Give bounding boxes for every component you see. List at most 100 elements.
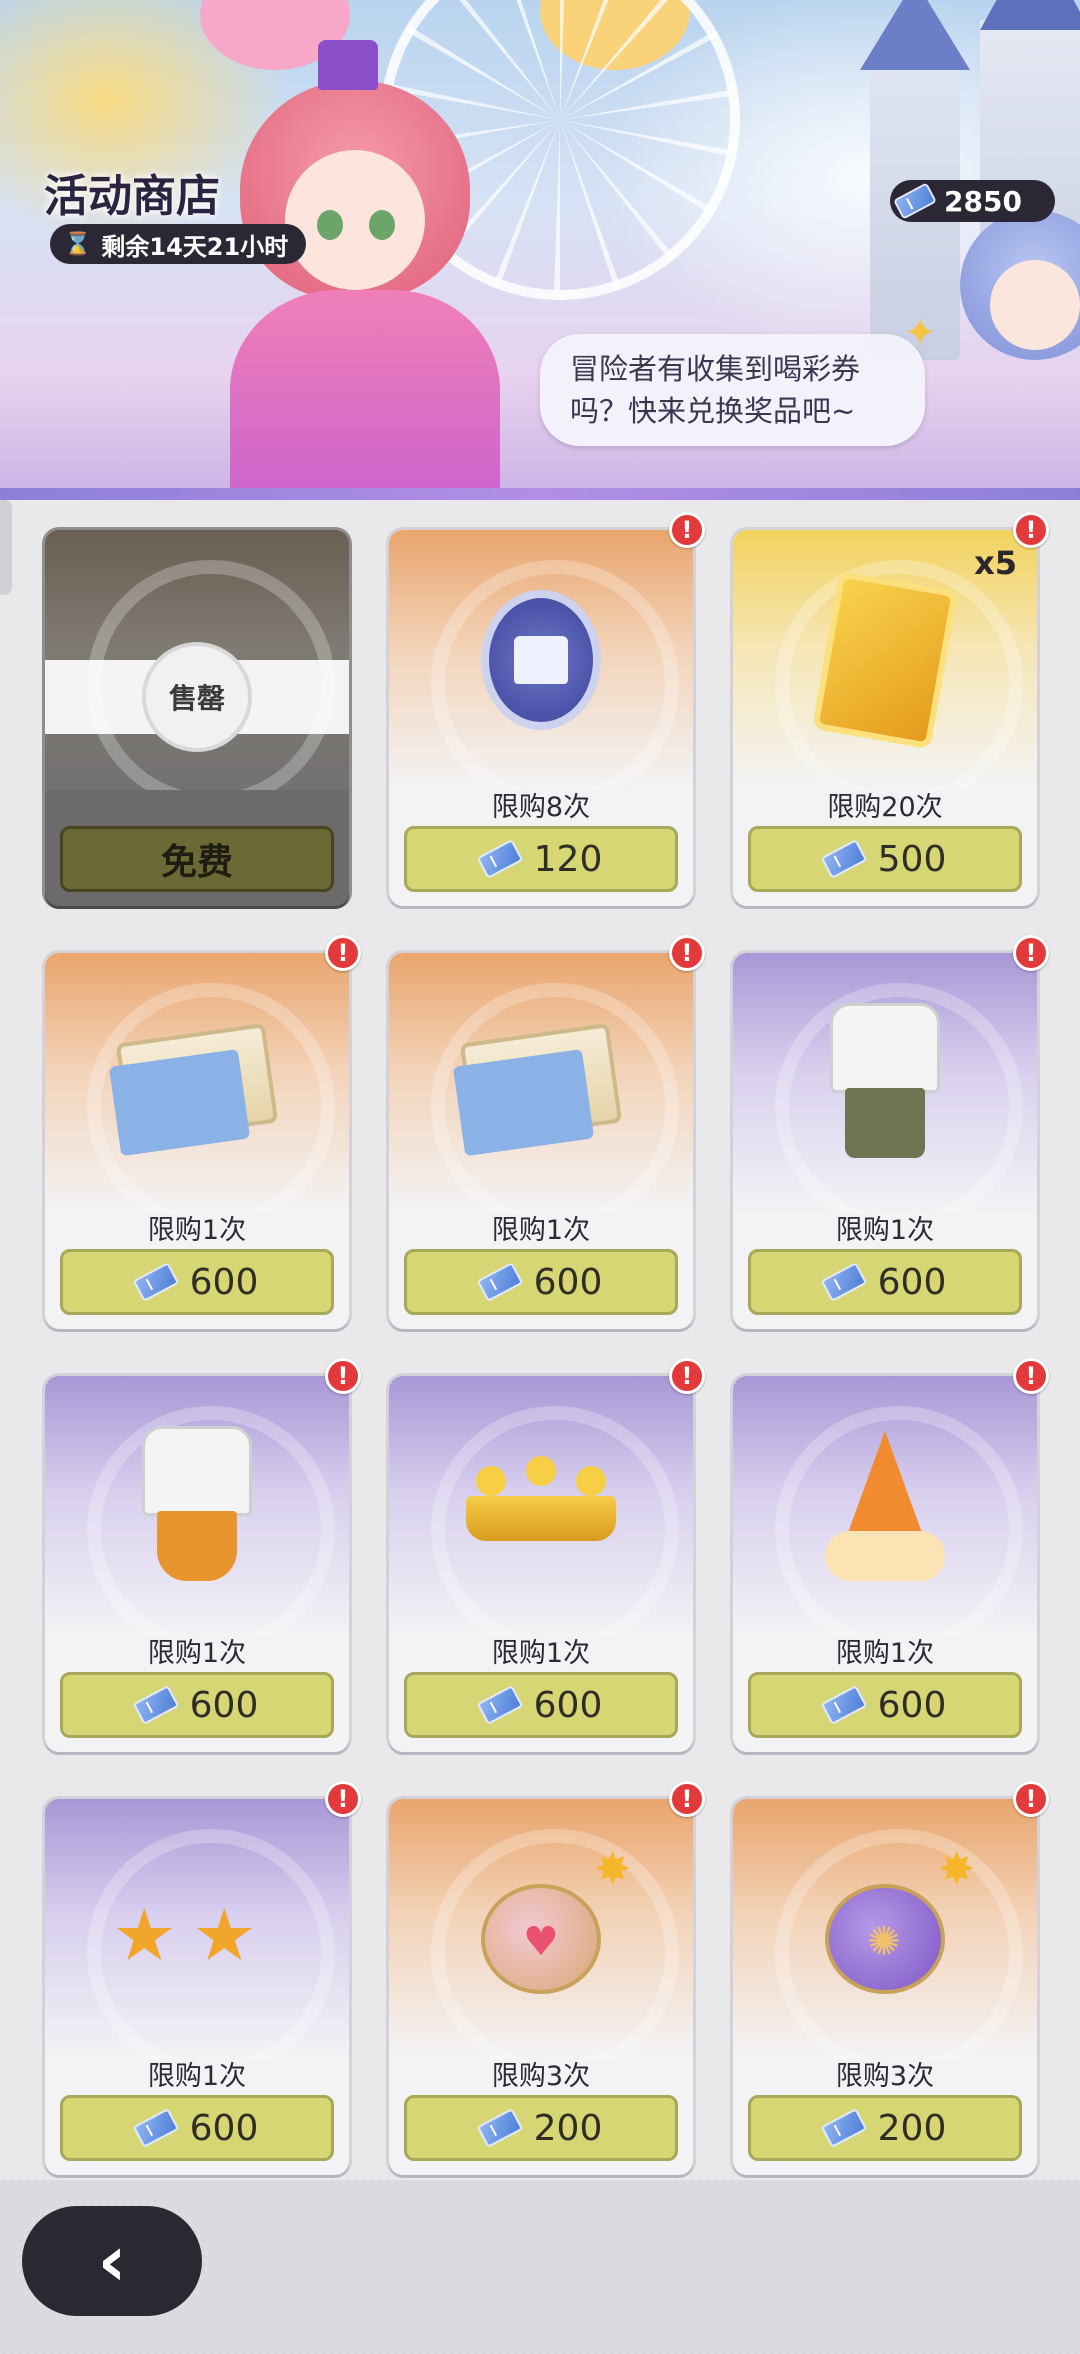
alert-badge: ! xyxy=(1013,935,1049,971)
shop-item-card[interactable]: 限购1次 600 ! xyxy=(45,1358,361,1752)
shop-item-grid: 售罄 免费 限购8次 120 ! x5 限购20次 500 ! 限购1次 600… xyxy=(45,512,1049,2175)
ticket-icon xyxy=(893,182,937,220)
ticket-icon xyxy=(476,2108,523,2148)
shop-item-card[interactable]: ★ ★ 限购1次 600 ! xyxy=(45,1781,361,2175)
speech-line-2: 吗？快来兑换奖品吧~ xyxy=(570,394,856,428)
purchase-limit: 限购1次 xyxy=(835,1215,935,1246)
event-timer: ⌛ 剩余14天21小时 xyxy=(50,224,307,264)
price-value: 600 xyxy=(189,1684,259,1726)
character-illustration xyxy=(200,40,500,500)
purchase-limit: 限购1次 xyxy=(147,2061,247,2092)
ticket-icon xyxy=(820,2108,867,2148)
price-button[interactable]: 600 xyxy=(404,1672,678,1738)
currency-amount: 2850 xyxy=(944,184,1022,218)
price-button[interactable]: 600 xyxy=(60,1249,334,1315)
speech-line-1: 冒险者有收集到喝彩券 xyxy=(570,352,861,386)
alert-badge: ! xyxy=(669,1781,705,1817)
scroll-icon xyxy=(459,1023,623,1143)
purchase-limit: 限购1次 xyxy=(491,1638,591,1669)
price-value: 500 xyxy=(877,838,947,880)
currency-display[interactable]: 2850 xyxy=(890,180,1055,222)
alert-badge: ! xyxy=(1013,1358,1049,1394)
price-button[interactable]: 120 xyxy=(404,826,678,892)
price-label: 免费 xyxy=(160,842,233,883)
alert-badge: ! xyxy=(325,1358,361,1394)
alert-badge: ! xyxy=(669,935,705,971)
speech-bubble: 冒险者有收集到喝彩券 吗？快来兑换奖品吧~ ✦ xyxy=(540,312,937,446)
price-value: 600 xyxy=(533,1684,603,1726)
purchase-limit: 限购1次 xyxy=(835,1638,935,1669)
outfit-icon xyxy=(132,1426,262,1586)
price-value: 600 xyxy=(189,1261,259,1303)
bomb-icon: ✺ ✸ xyxy=(825,1844,975,1994)
star-icon: ✦ xyxy=(903,310,937,356)
price-button[interactable]: 600 xyxy=(60,2095,334,2161)
price-value: 600 xyxy=(877,1261,947,1303)
purchase-limit: 限购8次 xyxy=(491,792,591,823)
shop-item-card[interactable]: 限购1次 600 ! xyxy=(389,935,705,1329)
price-button[interactable]: 600 xyxy=(60,1672,334,1738)
alert-badge: ! xyxy=(669,1358,705,1394)
gold-character-card-icon xyxy=(812,570,958,750)
alert-badge: ! xyxy=(669,512,705,548)
scroll-icon xyxy=(115,1023,279,1143)
party-hat-icon xyxy=(825,1431,945,1581)
price-value: 200 xyxy=(533,2107,603,2149)
star-glasses-icon: ★ ★ xyxy=(112,1893,257,1977)
purchase-limit: 限购3次 xyxy=(835,2061,935,2092)
back-arrow-icon: ‹ xyxy=(97,2220,127,2302)
alert-badge: ! xyxy=(1013,1781,1049,1817)
ticket-icon xyxy=(820,1685,867,1725)
price-value: 600 xyxy=(533,1261,603,1303)
price-button[interactable]: 200 xyxy=(748,2095,1022,2161)
shop-item-card[interactable]: 限购8次 120 ! xyxy=(389,512,705,906)
price-value: 600 xyxy=(877,1684,947,1726)
crown-icon xyxy=(466,1456,616,1546)
shop-item-card[interactable]: 限购1次 600 ! xyxy=(733,1358,1049,1752)
item-quantity: x5 xyxy=(974,544,1017,582)
price-value: 200 xyxy=(877,2107,947,2149)
bomb-icon: ♥ ✸ xyxy=(481,1844,631,1994)
price-button[interactable]: 600 xyxy=(404,1249,678,1315)
ticket-icon xyxy=(820,839,867,879)
back-button[interactable]: ‹ xyxy=(22,2206,202,2316)
price-button[interactable]: 500 xyxy=(748,826,1022,892)
secondary-character-illustration xyxy=(960,210,1080,410)
shop-item-card[interactable]: 售罄 免费 xyxy=(45,530,349,906)
shop-item-card[interactable]: ♥ ✸ 限购3次 200 ! xyxy=(389,1781,705,2175)
shop-item-card[interactable]: 限购1次 600 ! xyxy=(733,935,1049,1329)
timer-text: 剩余14天21小时 xyxy=(101,232,289,261)
shop-item-card[interactable]: ✺ ✸ 限购3次 200 ! xyxy=(733,1781,1049,2175)
ticket-icon xyxy=(132,1685,179,1725)
purchase-limit: 限购1次 xyxy=(147,1638,247,1669)
banner-divider xyxy=(0,488,1080,500)
purchase-limit: 限购20次 xyxy=(827,792,943,823)
alert-badge: ! xyxy=(325,1781,361,1817)
ticket-icon xyxy=(476,1685,523,1725)
sold-out-label: 售罄 xyxy=(142,642,252,752)
outfit-icon xyxy=(820,1003,950,1163)
ticket-icon xyxy=(132,2108,179,2148)
price-button[interactable]: 600 xyxy=(748,1249,1022,1315)
shop-item-card[interactable]: 限购1次 600 ! xyxy=(389,1358,705,1752)
ticket-icon xyxy=(476,1262,523,1302)
purchase-limit: 限购1次 xyxy=(147,1215,247,1246)
side-drawer-handle[interactable] xyxy=(0,500,12,595)
price-value: 120 xyxy=(533,838,603,880)
alert-badge: ! xyxy=(1013,512,1049,548)
price-button[interactable]: 200 xyxy=(404,2095,678,2161)
purchase-limit: 限购1次 xyxy=(491,1215,591,1246)
ticket-icon xyxy=(132,1262,179,1302)
shop-item-card[interactable]: x5 限购20次 500 ! xyxy=(733,512,1049,906)
price-button[interactable]: 600 xyxy=(748,1672,1022,1738)
purchase-limit: 限购3次 xyxy=(491,2061,591,2092)
price-button[interactable]: 免费 xyxy=(60,826,334,892)
costume-coin-icon xyxy=(481,590,601,730)
hourglass-icon: ⌛ xyxy=(64,231,92,257)
ticket-icon xyxy=(820,1262,867,1302)
page-title: 活动商店 xyxy=(44,171,220,222)
ticket-icon xyxy=(476,839,523,879)
shop-item-card[interactable]: 限购1次 600 ! xyxy=(45,935,361,1329)
price-value: 600 xyxy=(189,2107,259,2149)
alert-badge: ! xyxy=(325,935,361,971)
